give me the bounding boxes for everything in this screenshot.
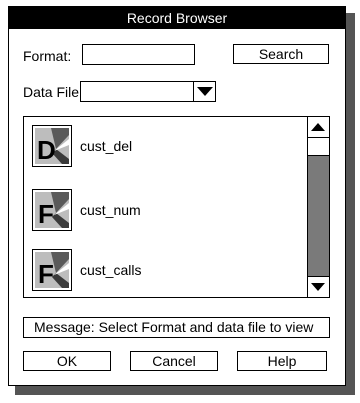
list-item-record[interactable]: D cust_del: [32, 125, 282, 167]
svg-text:F: F: [38, 199, 54, 229]
scroll-thumb[interactable]: [308, 138, 329, 156]
list-item-record[interactable]: F cust_num: [32, 189, 282, 231]
record-browser-dialog: Record Browser Format: Search Data File:…: [8, 6, 346, 386]
fixed-format-icon: F: [32, 189, 72, 231]
record-name: cust_num: [80, 202, 141, 218]
format-label: Format:: [23, 48, 72, 64]
svg-text:F: F: [38, 259, 54, 289]
list-item-record[interactable]: F cust_calls: [32, 249, 282, 291]
window-title: Record Browser: [9, 7, 345, 29]
help-button[interactable]: Help: [237, 351, 327, 371]
fixed-format-icon: F: [32, 249, 72, 291]
scroll-track[interactable]: [308, 156, 329, 276]
arrow-down-icon: [311, 283, 325, 291]
record-name: cust_del: [80, 138, 133, 154]
svg-text:D: D: [37, 135, 56, 165]
arrow-up-icon: [311, 123, 325, 131]
status-message: Message: Select Format and data file to …: [23, 317, 330, 338]
cancel-button[interactable]: Cancel: [130, 351, 218, 371]
vertical-scrollbar[interactable]: [307, 117, 329, 297]
data-file-dropdown-button[interactable]: [193, 81, 216, 102]
scroll-down-button[interactable]: [308, 276, 329, 297]
chevron-down-icon: [197, 87, 213, 96]
scroll-up-button[interactable]: [308, 117, 329, 138]
record-list[interactable]: D cust_del F cust_num F cust_calls: [23, 116, 330, 298]
delimited-format-icon: D: [32, 125, 72, 167]
record-name: cust_calls: [80, 262, 142, 278]
search-button[interactable]: Search: [233, 44, 329, 64]
ok-button[interactable]: OK: [23, 351, 111, 371]
format-input[interactable]: [82, 44, 195, 65]
data-file-label: Data File:: [23, 84, 83, 100]
data-file-input[interactable]: [80, 81, 194, 102]
